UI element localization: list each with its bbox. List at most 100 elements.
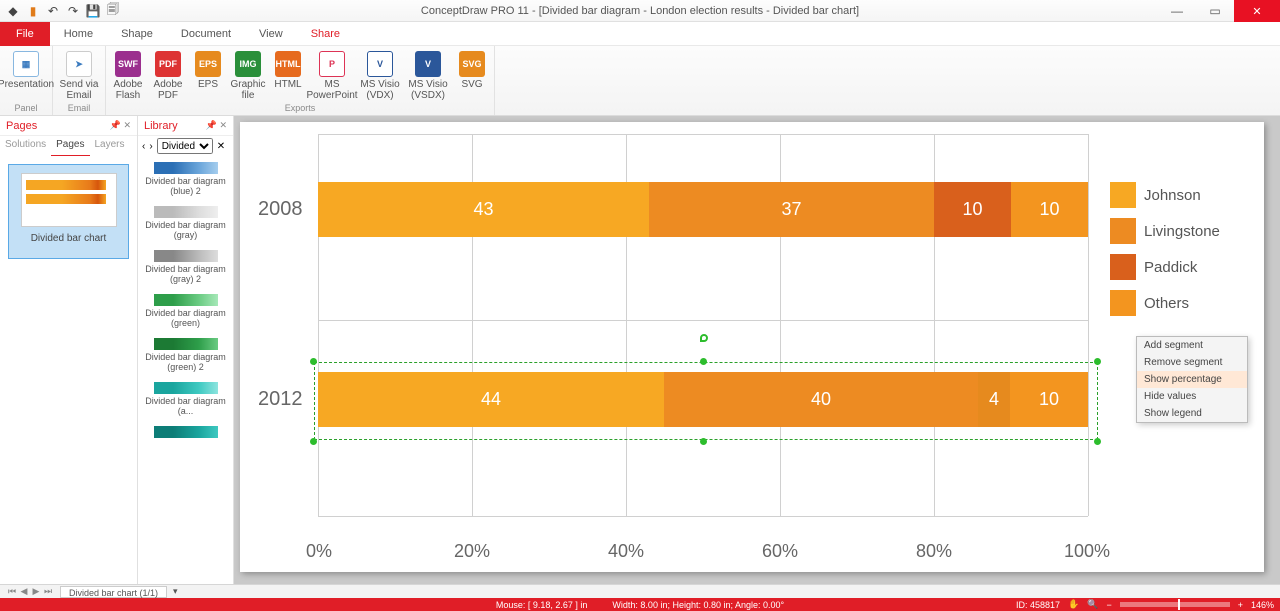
list-item[interactable]: Divided bar diagram (blue) 2 [140, 160, 231, 198]
seg-others[interactable]: 10 [1011, 182, 1088, 237]
library-panel: Library 📌 ✕ ‹ › Divided ... ✕ Divided bar… [138, 116, 234, 584]
library-pin-icon[interactable]: 📌 ✕ [206, 120, 227, 131]
eps-button[interactable]: EPSEPS [188, 49, 228, 103]
sheet-nav[interactable]: ⏮◀▶⏭ [6, 586, 54, 597]
subtab-pages[interactable]: Pages [51, 136, 89, 156]
zoom-fit-icon[interactable]: 🔍 [1087, 599, 1098, 610]
canvas-area: 2008 43 37 10 10 2012 44 40 4 10 [234, 116, 1280, 584]
list-item[interactable]: Divided bar diagram (gray) 2 [140, 248, 231, 286]
legend-label: Livingstone [1144, 223, 1220, 240]
save-icon[interactable]: 💾 [86, 4, 100, 18]
tab-document[interactable]: Document [167, 22, 245, 46]
app-icon: ◆ [6, 4, 20, 18]
doc-icon[interactable]: ▮ [26, 4, 40, 18]
x-tick: 60% [762, 541, 798, 562]
x-tick: 0% [306, 541, 332, 562]
menu-item-show-legend[interactable]: Show legend [1137, 405, 1247, 422]
sheet-dropdown-icon[interactable]: ▾ [173, 586, 178, 597]
menu-item-show-percentage[interactable]: Show percentage [1137, 371, 1247, 388]
seg-paddick[interactable]: 10 [934, 182, 1011, 237]
list-item[interactable]: Divided bar diagram (green) [140, 292, 231, 330]
legend-label: Paddick [1144, 259, 1197, 276]
quick-access-toolbar: ◆ ▮ ↶ ↷ 💾 🗐 [0, 4, 120, 18]
hand-icon[interactable]: ✋ [1068, 599, 1079, 610]
status-id: ID: 458817 [1016, 600, 1060, 610]
lib-prev-icon[interactable]: ‹ [142, 141, 145, 152]
category-label: 2012 [258, 388, 303, 411]
svg-button[interactable]: SVGSVG [452, 49, 492, 103]
ribbon: ▦Presentation Panel ➤Send via Email Emai… [0, 46, 1280, 116]
group-panel-label: Panel [14, 103, 37, 114]
group-exports-label: Exports [285, 103, 316, 114]
presentation-button[interactable]: ▦Presentation [2, 49, 50, 92]
seg-johnson[interactable]: 43 [318, 182, 649, 237]
ribbon-tabs: File Home Shape Document View Share [0, 22, 1280, 46]
close-button[interactable]: ✕ [1234, 0, 1280, 22]
visio-vdx-button[interactable]: VMS Visio (VDX) [356, 49, 404, 103]
sheet-tab-bar: ⏮◀▶⏭ Divided bar chart (1/1) ▾ [0, 584, 1280, 598]
x-tick: 20% [454, 541, 490, 562]
menu-item-add-segment[interactable]: Add segment [1137, 337, 1247, 354]
adobe-pdf-button[interactable]: PDFAdobe PDF [148, 49, 188, 103]
library-nav: ‹ › Divided ... ✕ [138, 136, 233, 156]
print-icon[interactable]: 🗐 [106, 4, 120, 18]
resize-handle[interactable] [700, 438, 707, 445]
visio-vsdx-button[interactable]: VMS Visio (VSDX) [404, 49, 452, 103]
thumbnail-label: Divided bar chart [31, 233, 107, 244]
sheet-tab[interactable]: Divided bar chart (1/1) [60, 586, 167, 598]
restore-button[interactable]: ▭ [1196, 0, 1234, 22]
selection-outline [314, 362, 1098, 440]
resize-handle[interactable] [310, 438, 317, 445]
subtab-layers[interactable]: Layers [90, 136, 130, 156]
powerpoint-button[interactable]: PMS PowerPoint [308, 49, 356, 103]
menu-item-remove-segment[interactable]: Remove segment [1137, 354, 1247, 371]
library-dropdown[interactable]: Divided ... [157, 138, 213, 154]
redo-icon[interactable]: ↷ [66, 4, 80, 18]
tab-shape[interactable]: Shape [107, 22, 167, 46]
page-thumbnail[interactable]: Divided bar chart [8, 164, 129, 259]
library-title: Library [144, 120, 178, 132]
zoom-value[interactable]: 146% [1251, 600, 1274, 610]
pages-title: Pages [6, 120, 37, 132]
graphic-button[interactable]: IMGGraphic file [228, 49, 268, 103]
subtab-solutions[interactable]: Solutions [0, 136, 51, 156]
list-item[interactable]: Divided bar diagram (a... [140, 380, 231, 418]
rotate-handle[interactable] [700, 334, 708, 342]
zoom-in-icon[interactable]: + [1238, 600, 1243, 610]
lib-close-icon[interactable]: ✕ [217, 141, 225, 152]
list-item[interactable] [140, 424, 231, 442]
resize-handle[interactable] [1094, 438, 1101, 445]
zoom-out-icon[interactable]: − [1106, 600, 1111, 610]
tab-file[interactable]: File [0, 22, 50, 46]
resize-handle[interactable] [310, 358, 317, 365]
lib-next-icon[interactable]: › [149, 141, 152, 152]
legend[interactable]: Johnson Livingstone Paddick Others [1110, 182, 1240, 316]
x-tick: 100% [1064, 541, 1110, 562]
pages-pin-icon[interactable]: 📌 ✕ [110, 120, 131, 131]
zoom-slider[interactable] [1120, 602, 1230, 607]
x-tick: 40% [608, 541, 644, 562]
undo-icon[interactable]: ↶ [46, 4, 60, 18]
adobe-flash-button[interactable]: SWFAdobe Flash [108, 49, 148, 103]
status-dims: Width: 8.00 in; Height: 0.80 in; Angle: … [612, 600, 784, 610]
seg-livingstone[interactable]: 37 [649, 182, 934, 237]
window-title: ConceptDraw PRO 11 - [Divided bar diagra… [0, 5, 1280, 17]
list-item[interactable]: Divided bar diagram (green) 2 [140, 336, 231, 374]
send-email-button[interactable]: ➤Send via Email [55, 49, 103, 103]
tab-share[interactable]: Share [297, 22, 354, 46]
category-label: 2008 [258, 198, 303, 221]
legend-label: Johnson [1144, 187, 1201, 204]
bar-2008[interactable]: 43 37 10 10 [318, 182, 1088, 237]
tab-view[interactable]: View [245, 22, 297, 46]
drawing-page[interactable]: 2008 43 37 10 10 2012 44 40 4 10 [240, 122, 1264, 572]
pages-subtabs: Solutions Pages Layers [0, 136, 137, 156]
menu-item-hide-values[interactable]: Hide values [1137, 388, 1247, 405]
minimize-button[interactable]: — [1158, 0, 1196, 22]
html-button[interactable]: HTMLHTML [268, 49, 308, 103]
tab-home[interactable]: Home [50, 22, 107, 46]
resize-handle[interactable] [700, 358, 707, 365]
x-tick: 80% [916, 541, 952, 562]
resize-handle[interactable] [1094, 358, 1101, 365]
list-item[interactable]: Divided bar diagram (gray) [140, 204, 231, 242]
window-buttons: — ▭ ✕ [1158, 0, 1280, 22]
